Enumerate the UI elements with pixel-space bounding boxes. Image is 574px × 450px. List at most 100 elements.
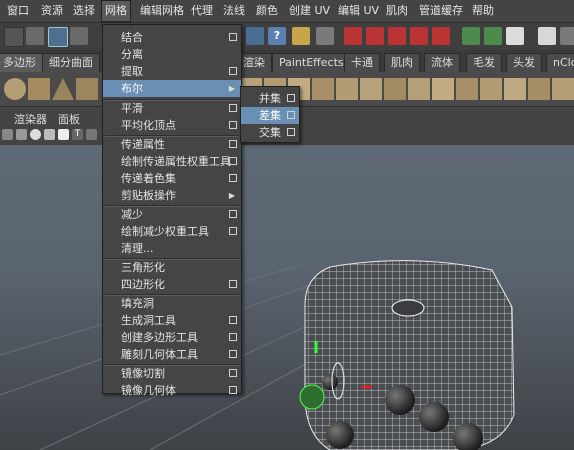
select-object-icon[interactable]: [70, 27, 88, 45]
option-box-icon[interactable]: [229, 386, 237, 394]
tab-hair[interactable]: 头发: [506, 53, 542, 72]
menu-item-clipboard-actions[interactable]: 剪贴板操作 ▶: [103, 187, 241, 204]
menu-normals[interactable]: 法线: [220, 0, 248, 22]
menu-item-mirror-geometry[interactable]: 镜像几何体: [103, 382, 241, 397]
bevel-icon[interactable]: [360, 78, 382, 100]
render-icon[interactable]: [538, 27, 556, 45]
menu-item-boolean[interactable]: 布尔 ▶: [103, 80, 241, 97]
menu-assets[interactable]: 资源: [38, 0, 66, 22]
menu-item-combine[interactable]: 结合: [103, 29, 241, 46]
menu-color[interactable]: 颜色: [253, 0, 281, 22]
menu-item-paint-reduce-weights[interactable]: 绘制减少权重工具: [103, 223, 241, 240]
option-box-icon[interactable]: [229, 210, 237, 218]
panel-menu-panels[interactable]: 面板: [58, 111, 80, 127]
input-icon[interactable]: [462, 27, 480, 45]
tab-fluids[interactable]: 流体: [424, 53, 460, 72]
menu-pipeline-cache[interactable]: 管道缓存: [416, 0, 466, 22]
tab-painteffects[interactable]: PaintEffects: [272, 53, 351, 72]
menu-item-paint-transfer-weights[interactable]: 绘制传递属性权重工具: [103, 153, 241, 170]
cylindrical-uv-icon[interactable]: [480, 78, 502, 100]
menu-edit-mesh[interactable]: 编辑网格: [137, 0, 187, 22]
menu-window[interactable]: 窗口: [4, 0, 32, 22]
poly-cube-icon[interactable]: [76, 78, 98, 100]
history-icon[interactable]: [316, 27, 334, 45]
snap-icon[interactable]: [246, 27, 264, 45]
output-icon[interactable]: [484, 27, 502, 45]
menu-item-intersection[interactable]: 交集: [241, 124, 299, 141]
option-box-icon[interactable]: [229, 140, 237, 148]
option-box-icon[interactable]: [229, 227, 237, 235]
viewport-3d[interactable]: [0, 145, 574, 450]
wireframe-icon[interactable]: [2, 129, 13, 140]
option-box-icon[interactable]: [229, 157, 237, 165]
menu-item-create-polygon-tool[interactable]: 创建多边形工具: [103, 329, 241, 346]
option-box-icon[interactable]: [287, 94, 295, 102]
extrude-icon[interactable]: [336, 78, 358, 100]
option-box-icon[interactable]: [229, 33, 237, 41]
menu-item-transfer-attributes[interactable]: 传递属性: [103, 136, 241, 153]
select-arrow-icon[interactable]: [26, 27, 44, 45]
menu-item-difference[interactable]: 差集: [241, 107, 299, 124]
menu-item-average-vertices[interactable]: 平均化顶点: [103, 117, 241, 134]
option-box-icon[interactable]: [229, 121, 237, 129]
magnet-point-icon[interactable]: [388, 27, 406, 45]
tab-ncloth[interactable]: nCloth: [546, 53, 574, 72]
option-box-icon[interactable]: [229, 350, 237, 358]
menu-item-union[interactable]: 并集: [241, 90, 299, 107]
uv-editor-icon[interactable]: [552, 78, 574, 100]
magnet-curve-icon[interactable]: [366, 27, 384, 45]
menu-item-reduce[interactable]: 减少: [103, 206, 241, 223]
option-box-icon[interactable]: [229, 369, 237, 377]
option-box-icon[interactable]: [229, 280, 237, 288]
option-box-icon[interactable]: [229, 174, 237, 182]
bridge-icon[interactable]: [312, 78, 334, 100]
option-box-icon[interactable]: [229, 104, 237, 112]
menu-item-triangulate[interactable]: 三角形化: [103, 259, 241, 276]
menu-item-quadrangulate[interactable]: 四边形化: [103, 276, 241, 293]
isolate-icon[interactable]: [86, 129, 97, 140]
option-box-icon[interactable]: [229, 67, 237, 75]
tab-muscle[interactable]: 肌肉: [384, 53, 420, 72]
planar-uv-icon[interactable]: [456, 78, 478, 100]
menu-create-uv[interactable]: 创建 UV: [286, 0, 333, 22]
poly-pyramid-icon[interactable]: [52, 78, 74, 100]
magnet-live-icon[interactable]: [432, 27, 450, 45]
menu-item-cleanup[interactable]: 清理...: [103, 240, 241, 257]
option-box-icon[interactable]: [229, 316, 237, 324]
menu-item-mirror-cut[interactable]: 镜像切割: [103, 365, 241, 382]
menu-item-separate[interactable]: 分离: [103, 46, 241, 63]
texture-icon[interactable]: [44, 129, 55, 140]
dropdown-icon[interactable]: [4, 27, 24, 47]
text-t-icon[interactable]: T: [72, 129, 83, 140]
poly-sphere-icon[interactable]: [4, 78, 26, 100]
lock-icon[interactable]: [292, 27, 310, 45]
menu-select[interactable]: 选择: [70, 0, 98, 22]
select-hierarchy-icon[interactable]: [48, 27, 68, 47]
menu-item-smooth[interactable]: 平滑: [103, 100, 241, 117]
option-box-icon[interactable]: [287, 128, 295, 136]
shaded-sphere-icon[interactable]: [30, 129, 41, 140]
menu-item-extract[interactable]: 提取: [103, 63, 241, 80]
smooth-icon[interactable]: [432, 78, 454, 100]
help-icon[interactable]: ?: [268, 27, 286, 45]
option-box-icon[interactable]: [287, 111, 295, 119]
menu-item-sculpt-geometry-tool[interactable]: 雕刻几何体工具: [103, 346, 241, 363]
option-box-icon[interactable]: [229, 333, 237, 341]
auto-uv-icon[interactable]: [528, 78, 550, 100]
menu-edit-uv[interactable]: 编辑 UV: [335, 0, 382, 22]
append-icon[interactable]: [408, 78, 430, 100]
menu-mesh[interactable]: 网格: [101, 0, 131, 22]
tab-polygons[interactable]: 多边形: [0, 53, 43, 72]
menu-muscle[interactable]: 肌肉: [383, 0, 411, 22]
smooth-shade-icon[interactable]: [16, 129, 27, 140]
split-icon[interactable]: [384, 78, 406, 100]
poly-torus-icon[interactable]: [28, 78, 50, 100]
render-view-icon[interactable]: [560, 27, 574, 45]
lights-icon[interactable]: [58, 129, 69, 140]
menu-item-make-hole-tool[interactable]: 生成洞工具: [103, 312, 241, 329]
tab-fur[interactable]: 毛发: [466, 53, 502, 72]
construction-history-icon[interactable]: [506, 27, 524, 45]
menu-item-fill-hole[interactable]: 填充洞: [103, 295, 241, 312]
menu-proxy[interactable]: 代理: [188, 0, 216, 22]
panel-menu-renderer[interactable]: 渲染器: [14, 111, 47, 127]
